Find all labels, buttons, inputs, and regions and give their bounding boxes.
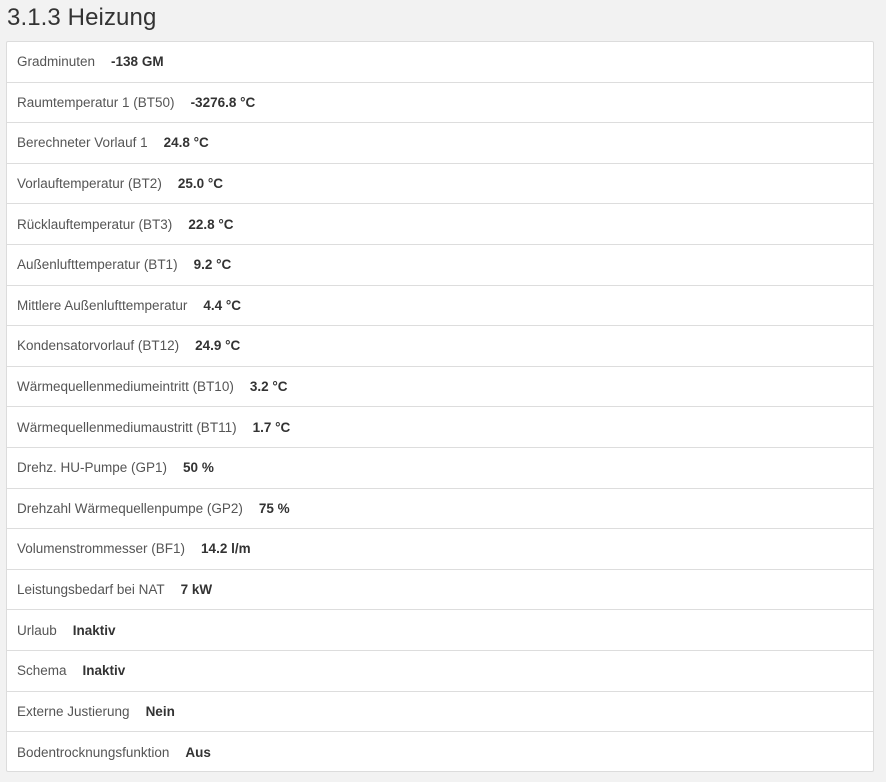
parameter-label: Mittlere Außenlufttemperatur (17, 297, 188, 313)
parameter-label: Externe Justierung (17, 703, 130, 719)
parameter-label: Volumenstrommesser (BF1) (17, 541, 186, 557)
parameter-label: Raumtemperatur 1 (BT50) (17, 94, 175, 110)
parameter-row-gradminuten: Gradminuten -138 GM (7, 42, 873, 83)
parameter-value: 14.2 l/m (201, 541, 251, 557)
parameter-label: Gradminuten (17, 54, 96, 70)
parameter-value: 24.8 °C (163, 135, 209, 151)
parameter-label: Berechneter Vorlauf 1 (17, 135, 148, 151)
parameter-label: Vorlauftemperatur (BT2) (17, 176, 162, 192)
parameter-row-waermequellenpumpe: Drehzahl Wärmequellenpumpe (GP2) 75 % (7, 489, 873, 530)
parameter-label: Rücklauftemperatur (BT3) (17, 216, 173, 232)
parameter-value: 4.4 °C (203, 297, 241, 313)
parameter-label: Wärmequellenmediumaustritt (BT11) (17, 419, 237, 435)
parameter-row-hu-pumpe: Drehz. HU-Pumpe (GP1) 50 % (7, 448, 873, 489)
parameter-row-leistungsbedarf: Leistungsbedarf bei NAT 7 kW (7, 570, 873, 611)
parameter-label: Kondensatorvorlauf (BT12) (17, 338, 180, 354)
parameter-value: -138 GM (111, 54, 164, 70)
page-title: 3.1.3 Heizung (7, 4, 157, 31)
parameter-row-schema: Schema Inaktiv (7, 651, 873, 692)
parameter-row-externe-justierung: Externe Justierung Nein (7, 692, 873, 733)
parameter-row-urlaub: Urlaub Inaktiv (7, 610, 873, 651)
parameter-row-waermequellenmediumaustritt: Wärmequellenmediumaustritt (BT11) 1.7 °C (7, 407, 873, 448)
heizung-page: 3.1.3 Heizung Gradminuten -138 GM Raumte… (0, 0, 886, 782)
parameter-value: 75 % (258, 500, 290, 516)
parameter-label: Drehzahl Wärmequellenpumpe (GP2) (17, 500, 243, 516)
parameter-label: Außenlufttemperatur (BT1) (17, 257, 178, 273)
parameter-value: Nein (145, 703, 175, 719)
parameter-label: Leistungsbedarf bei NAT (17, 582, 165, 598)
parameter-value: 7 kW (180, 582, 213, 598)
parameter-value: 25.0 °C (177, 176, 223, 192)
parameter-row-bodentrocknungsfunktion: Bodentrocknungsfunktion Aus (7, 732, 873, 773)
parameter-value: -3276.8 °C (190, 94, 256, 110)
parameter-value: 3.2 °C (249, 379, 288, 395)
parameter-value: Inaktiv (82, 663, 126, 679)
parameter-row-aussenlufttemperatur: Außenlufttemperatur (BT1) 9.2 °C (7, 245, 873, 286)
parameter-value: 50 % (183, 460, 214, 476)
parameter-value: 22.8 °C (188, 216, 234, 232)
parameter-row-raumtemperatur: Raumtemperatur 1 (BT50) -3276.8 °C (7, 83, 873, 124)
parameter-value: 1.7 °C (252, 419, 291, 435)
parameter-value: Aus (185, 744, 211, 760)
parameter-label: Drehz. HU-Pumpe (GP1) (17, 460, 168, 476)
parameter-row-ruecklauftemperatur: Rücklauftemperatur (BT3) 22.8 °C (7, 204, 873, 245)
parameter-row-waermequellenmediumeintritt: Wärmequellenmediumeintritt (BT10) 3.2 °C (7, 367, 873, 408)
parameter-label: Urlaub (17, 622, 57, 638)
parameter-row-volumenstrommesser: Volumenstrommesser (BF1) 14.2 l/m (7, 529, 873, 570)
parameter-row-mittlere-aussenlufttemperatur: Mittlere Außenlufttemperatur 4.4 °C (7, 286, 873, 327)
parameter-label: Wärmequellenmediumeintritt (BT10) (17, 379, 234, 395)
parameter-row-vorlauftemperatur: Vorlauftemperatur (BT2) 25.0 °C (7, 164, 873, 205)
parameter-list: Gradminuten -138 GM Raumtemperatur 1 (BT… (6, 41, 874, 772)
parameter-value: 9.2 °C (193, 257, 232, 273)
parameter-row-kondensatorvorlauf: Kondensatorvorlauf (BT12) 24.9 °C (7, 326, 873, 367)
parameter-value: 24.9 °C (195, 338, 241, 354)
parameter-label: Bodentrocknungsfunktion (17, 744, 170, 760)
parameter-value: Inaktiv (72, 622, 116, 638)
parameter-label: Schema (17, 663, 67, 679)
parameter-row-berechneter-vorlauf: Berechneter Vorlauf 1 24.8 °C (7, 123, 873, 164)
